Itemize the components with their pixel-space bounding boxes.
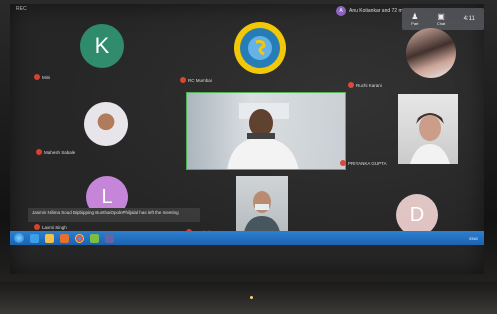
start-button[interactable]: [14, 233, 24, 243]
other-participants[interactable]: A Anu Kotiankar and 72 more: [336, 6, 410, 16]
mic-muted-icon: [36, 149, 42, 155]
speaker-figure: [227, 103, 299, 169]
chat-button[interactable]: ▣ Chat: [437, 12, 445, 26]
windows-taskbar: ENG: [10, 231, 484, 245]
participant-figure: [244, 191, 280, 232]
ie-icon[interactable]: [30, 233, 39, 243]
left-meeting-notification: Jasmin Nilima Soud Bipbipping BunthaiOpo…: [28, 208, 200, 222]
active-speaker-video[interactable]: [186, 92, 346, 170]
others-avatar: A: [336, 6, 346, 16]
recording-label: REC: [16, 6, 27, 12]
participant-figure: [410, 113, 450, 164]
participant-name: Mahesh Sabale: [44, 149, 76, 155]
participants-button[interactable]: ♟ Part: [411, 12, 418, 26]
app-icon[interactable]: [90, 233, 99, 243]
people-icon: ♟: [411, 12, 419, 21]
avatar: [84, 102, 128, 146]
teams-icon[interactable]: [105, 233, 114, 243]
participant-name: Ruchi Karani: [356, 82, 382, 88]
tray-text: ENG: [469, 235, 478, 241]
avatar: K: [80, 24, 124, 68]
avatar: [406, 28, 456, 78]
chrome-icon[interactable]: [75, 233, 84, 243]
others-text: Anu Kotiankar and 72 more: [349, 8, 410, 14]
participant-name: RC Mumbai: [188, 77, 212, 83]
participant-name: Mini: [42, 74, 51, 80]
media-icon[interactable]: [60, 233, 69, 243]
participant-name: Laxmi Singh: [42, 224, 67, 230]
mic-muted-icon: [34, 224, 40, 230]
mic-muted-icon: [34, 74, 40, 80]
mic-muted-icon: [180, 77, 186, 83]
avatar: [234, 22, 286, 74]
system-tray: ENG: [469, 236, 478, 241]
meeting-timer: 4:11: [463, 16, 475, 22]
folder-icon[interactable]: [45, 233, 54, 243]
participant-video: [398, 94, 458, 164]
rotary-logo-icon: [240, 28, 280, 68]
chat-icon: ▣: [437, 12, 445, 21]
avatar: D: [396, 194, 438, 236]
meeting-toolbar: ♟ Part ▣ Chat 4:11: [402, 8, 484, 30]
mic-muted-icon: [348, 82, 354, 88]
participant-name: PRIYANKA GUPTA: [348, 160, 387, 166]
mic-muted-icon: [340, 160, 346, 166]
participant-video: [236, 176, 288, 232]
desk-surface: [0, 282, 497, 314]
power-led: [250, 296, 253, 299]
